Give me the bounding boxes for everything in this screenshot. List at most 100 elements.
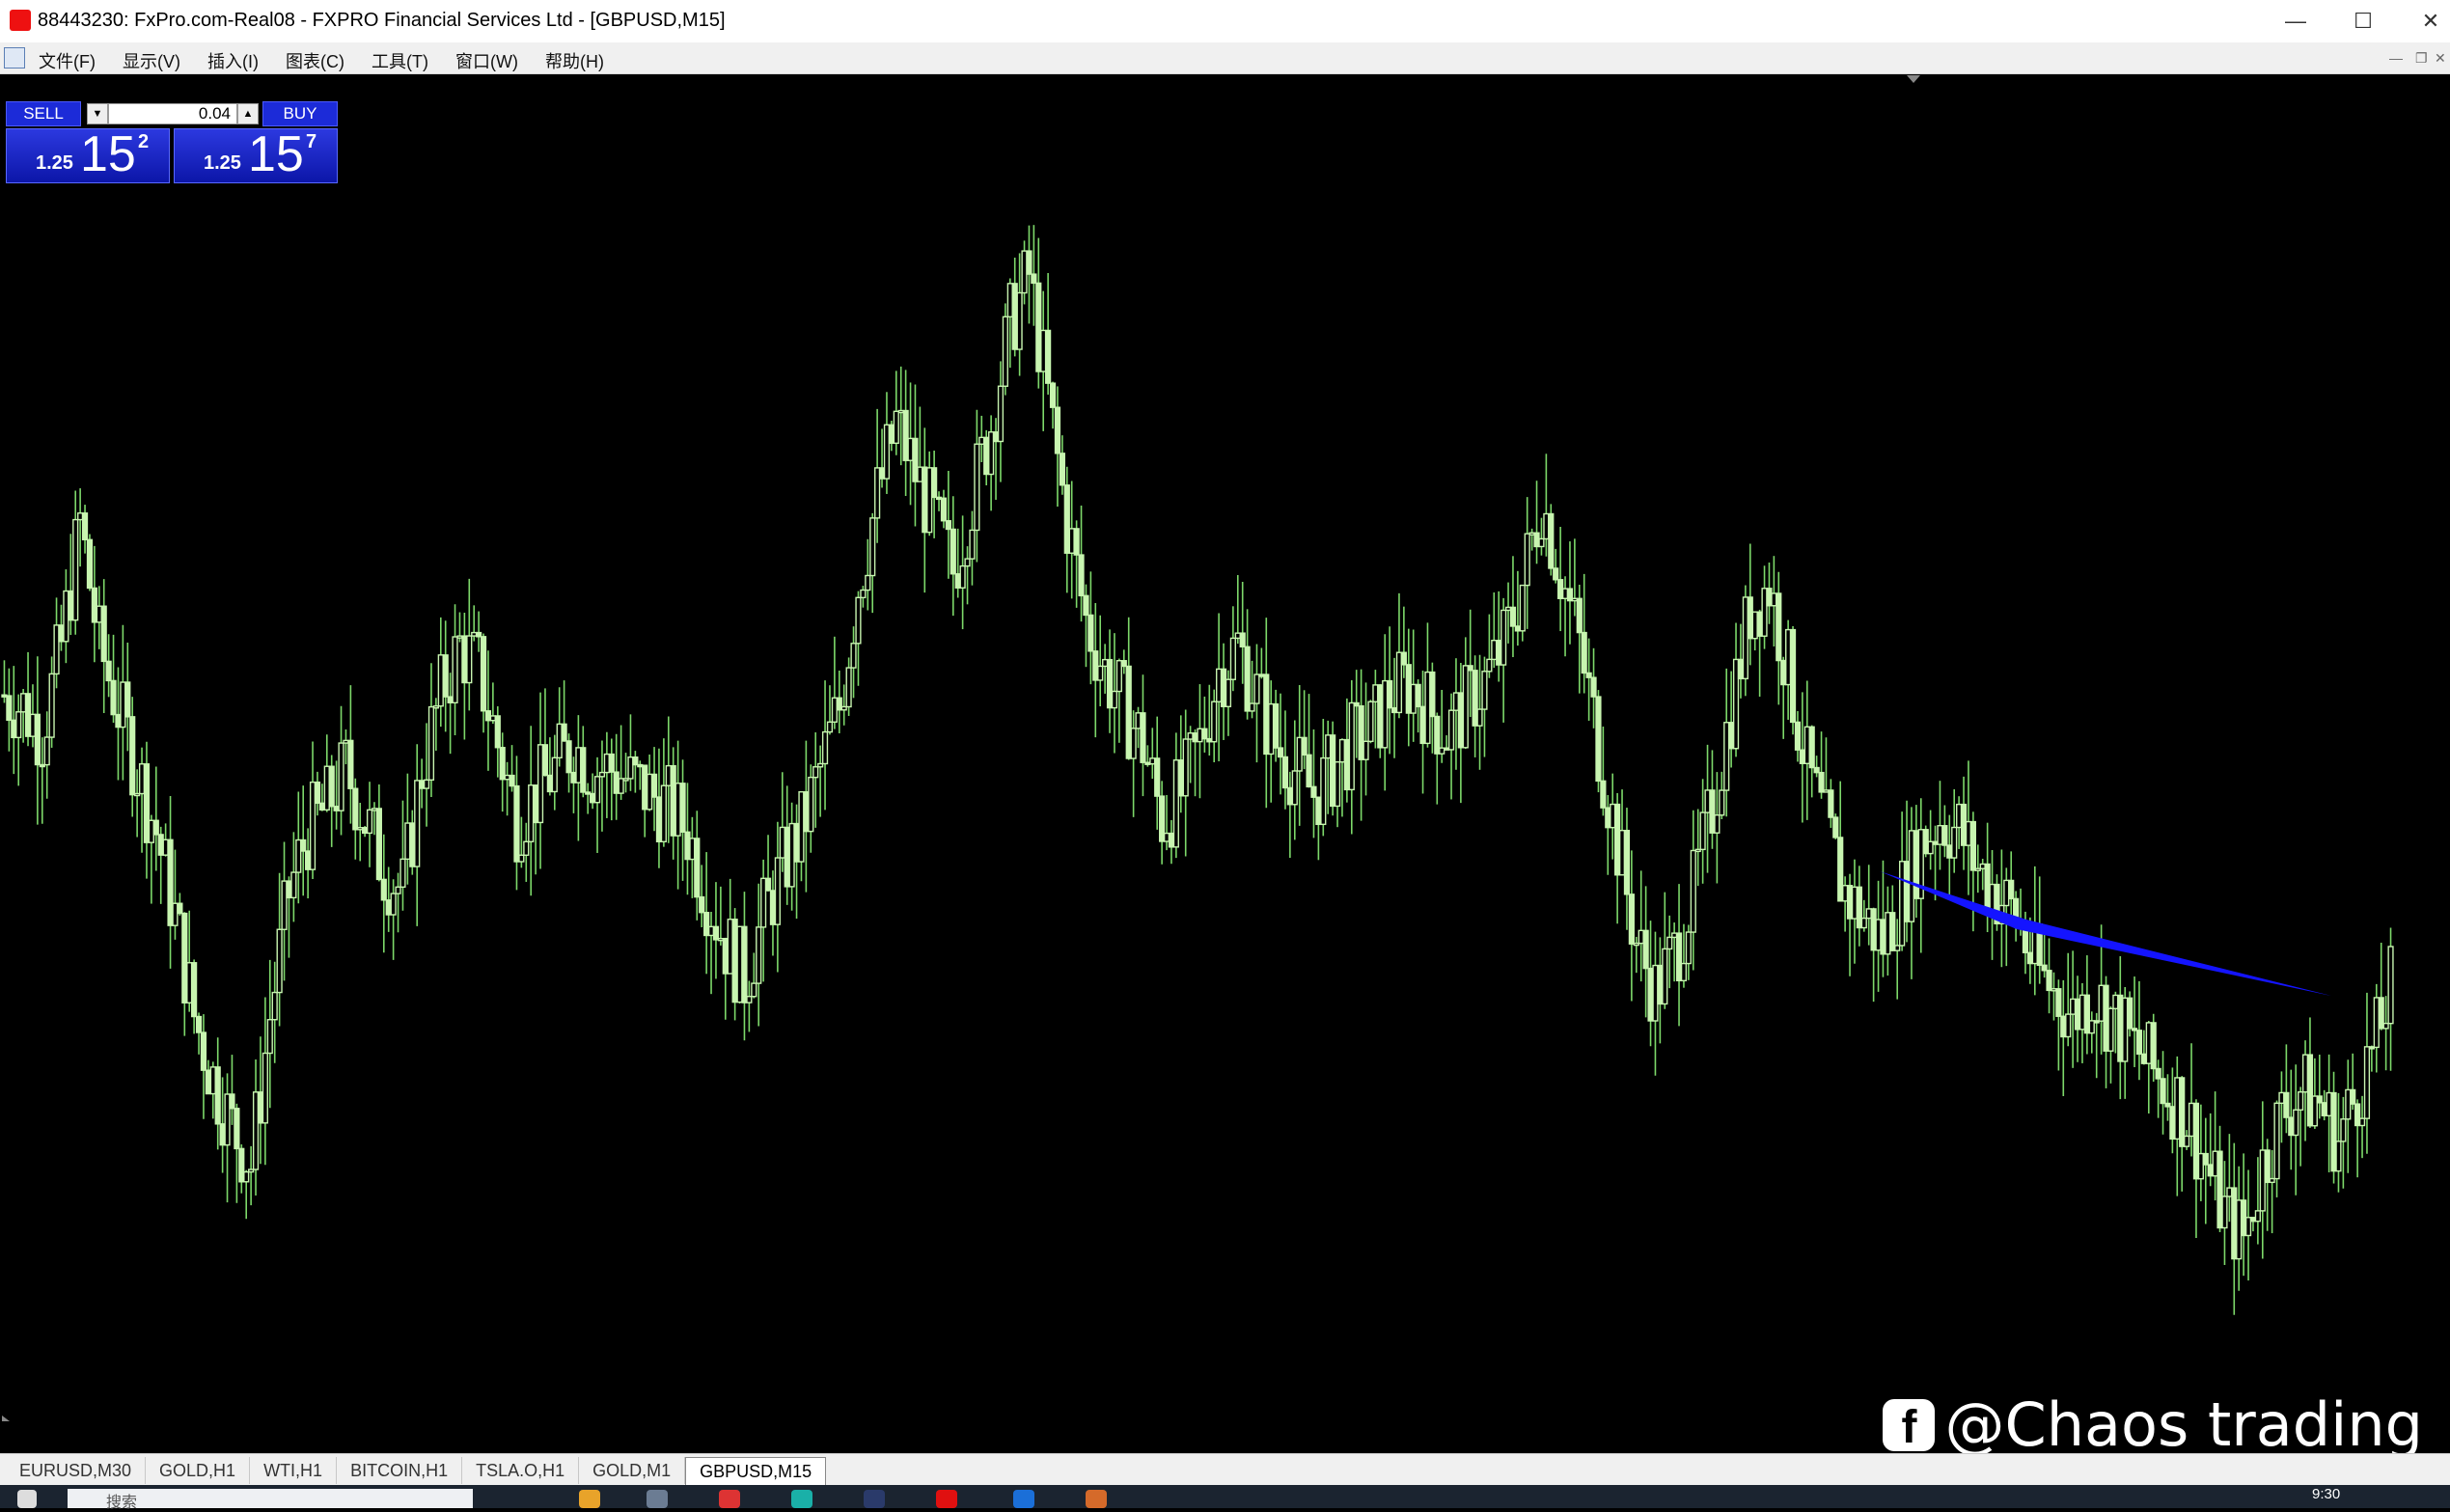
candle-body: [699, 895, 705, 914]
candle-body: [1026, 250, 1032, 275]
candle-body: [598, 771, 606, 778]
tab-gold-m1[interactable]: GOLD,M1: [579, 1457, 686, 1484]
candle-body: [219, 1123, 226, 1146]
candle-body: [1519, 584, 1526, 632]
edge-icon[interactable]: [791, 1490, 812, 1508]
candle-body: [655, 796, 663, 843]
terminal-icon[interactable]: [864, 1490, 885, 1508]
close-button[interactable]: ✕: [2397, 0, 2450, 42]
mdi-minimize-icon[interactable]: —: [2389, 50, 2403, 66]
lot-size-input[interactable]: [108, 103, 237, 124]
candle-body: [869, 517, 876, 577]
candle-body: [1310, 785, 1317, 798]
menu-charts[interactable]: 图表(C): [286, 48, 344, 73]
candle-body: [1410, 683, 1417, 714]
lot-increase-icon[interactable]: ▲: [237, 103, 259, 124]
menu-view[interactable]: 显示(V): [123, 48, 180, 73]
maximize-button[interactable]: ☐: [2329, 0, 2397, 42]
candle-body: [1338, 738, 1346, 763]
candle-body: [1538, 537, 1545, 548]
candle-body: [2112, 994, 2119, 1009]
tab-bitcoin-h1[interactable]: BITCOIN,H1: [337, 1457, 463, 1484]
minimize-button[interactable]: —: [2262, 0, 2329, 42]
candle-body: [2264, 1149, 2271, 1184]
candle-body: [637, 763, 644, 768]
start-icon[interactable]: [17, 1490, 37, 1508]
candle-body: [2368, 1046, 2375, 1050]
tab-wti-h1[interactable]: WTI,H1: [250, 1457, 338, 1484]
candle-body: [774, 857, 781, 925]
candle-body: [1097, 665, 1104, 681]
menu-file[interactable]: 文件(F): [39, 48, 96, 73]
fxpro-taskbar-icon[interactable]: [936, 1490, 957, 1508]
candle-body: [1306, 754, 1312, 788]
buy-button[interactable]: BUY: [262, 101, 338, 126]
candle-body: [314, 781, 321, 805]
tab-gbpusd-m15[interactable]: GBPUSD,M15: [685, 1457, 827, 1485]
candle-body: [1149, 757, 1156, 765]
candle-body: [385, 899, 392, 916]
candle-body: [2150, 1022, 2157, 1070]
candle-body: [954, 573, 961, 589]
app-icon[interactable]: [647, 1490, 668, 1508]
candle-body: [2236, 1199, 2243, 1260]
candle-body: [580, 747, 587, 793]
candle-body: [1581, 631, 1587, 674]
candlestick-chart[interactable]: [0, 74, 2450, 1454]
candle-body: [399, 858, 406, 889]
candle-body: [1585, 672, 1592, 678]
word-icon[interactable]: [1013, 1490, 1034, 1508]
candle-body: [2231, 1187, 2238, 1260]
candle-body: [983, 436, 990, 476]
candle-body: [1106, 658, 1114, 709]
sell-price-point: 2: [138, 131, 150, 152]
menu-window[interactable]: 窗口(W): [455, 48, 518, 73]
candle-body: [969, 529, 976, 560]
menu-tools[interactable]: 工具(T): [372, 48, 428, 73]
candle-body: [2074, 998, 2081, 1031]
tab-eurusd-m30[interactable]: EURUSD,M30: [6, 1457, 147, 1484]
mdi-restore-icon[interactable]: ❐: [2415, 50, 2428, 67]
candle-body: [1163, 832, 1170, 842]
price-chart[interactable]: [0, 74, 2450, 1454]
candle-body: [328, 765, 335, 808]
candle-body: [1605, 807, 1611, 829]
candle-body: [689, 838, 696, 861]
tab-gold-h1[interactable]: GOLD,H1: [146, 1457, 251, 1484]
candle-body: [129, 716, 136, 796]
chart-shift-marker-icon[interactable]: [1907, 75, 1920, 83]
lot-decrease-icon[interactable]: ▼: [87, 103, 108, 124]
candle-body: [191, 962, 198, 1018]
one-click-trading-panel: SELL ▼ ▲ BUY 1.25 15 2 1.25 15 7: [6, 101, 340, 183]
candle-body: [978, 436, 985, 445]
chart-window-icon[interactable]: [4, 47, 25, 69]
candle-body: [585, 791, 592, 795]
candle-body: [608, 753, 615, 773]
title-bar: 88443230: FxPro.com-Real08 - FXPRO Finan…: [0, 0, 2450, 43]
candle-body: [318, 802, 325, 811]
sell-button[interactable]: SELL: [6, 101, 81, 126]
chrome-icon[interactable]: [719, 1490, 740, 1508]
orange-app-icon[interactable]: [1086, 1490, 1107, 1508]
candle-body: [1472, 670, 1478, 727]
folder-icon[interactable]: [579, 1490, 600, 1508]
mdi-close-icon[interactable]: ✕: [2435, 50, 2446, 67]
candle-body: [1172, 759, 1179, 848]
candle-body: [561, 723, 567, 742]
taskbar-search-input[interactable]: 搜索: [68, 1489, 473, 1511]
tab-tsla-h1[interactable]: TSLA.O,H1: [462, 1457, 580, 1484]
menu-insert[interactable]: 插入(I): [207, 48, 259, 73]
candle-body: [1083, 594, 1089, 617]
candle-body: [717, 937, 724, 942]
candle-body: [1087, 614, 1094, 652]
candle-body: [1984, 863, 1991, 911]
candle-body: [2145, 1022, 2152, 1064]
candle-body: [647, 773, 653, 811]
sell-price-button[interactable]: 1.25 15 2: [6, 126, 170, 183]
candle-body: [1771, 592, 1777, 607]
buy-price-button[interactable]: 1.25 15 7: [174, 126, 338, 183]
menu-help[interactable]: 帮助(H): [545, 48, 604, 73]
candle-body: [2169, 1106, 2176, 1141]
candle-body: [1168, 832, 1175, 848]
candle-body: [1054, 406, 1061, 454]
